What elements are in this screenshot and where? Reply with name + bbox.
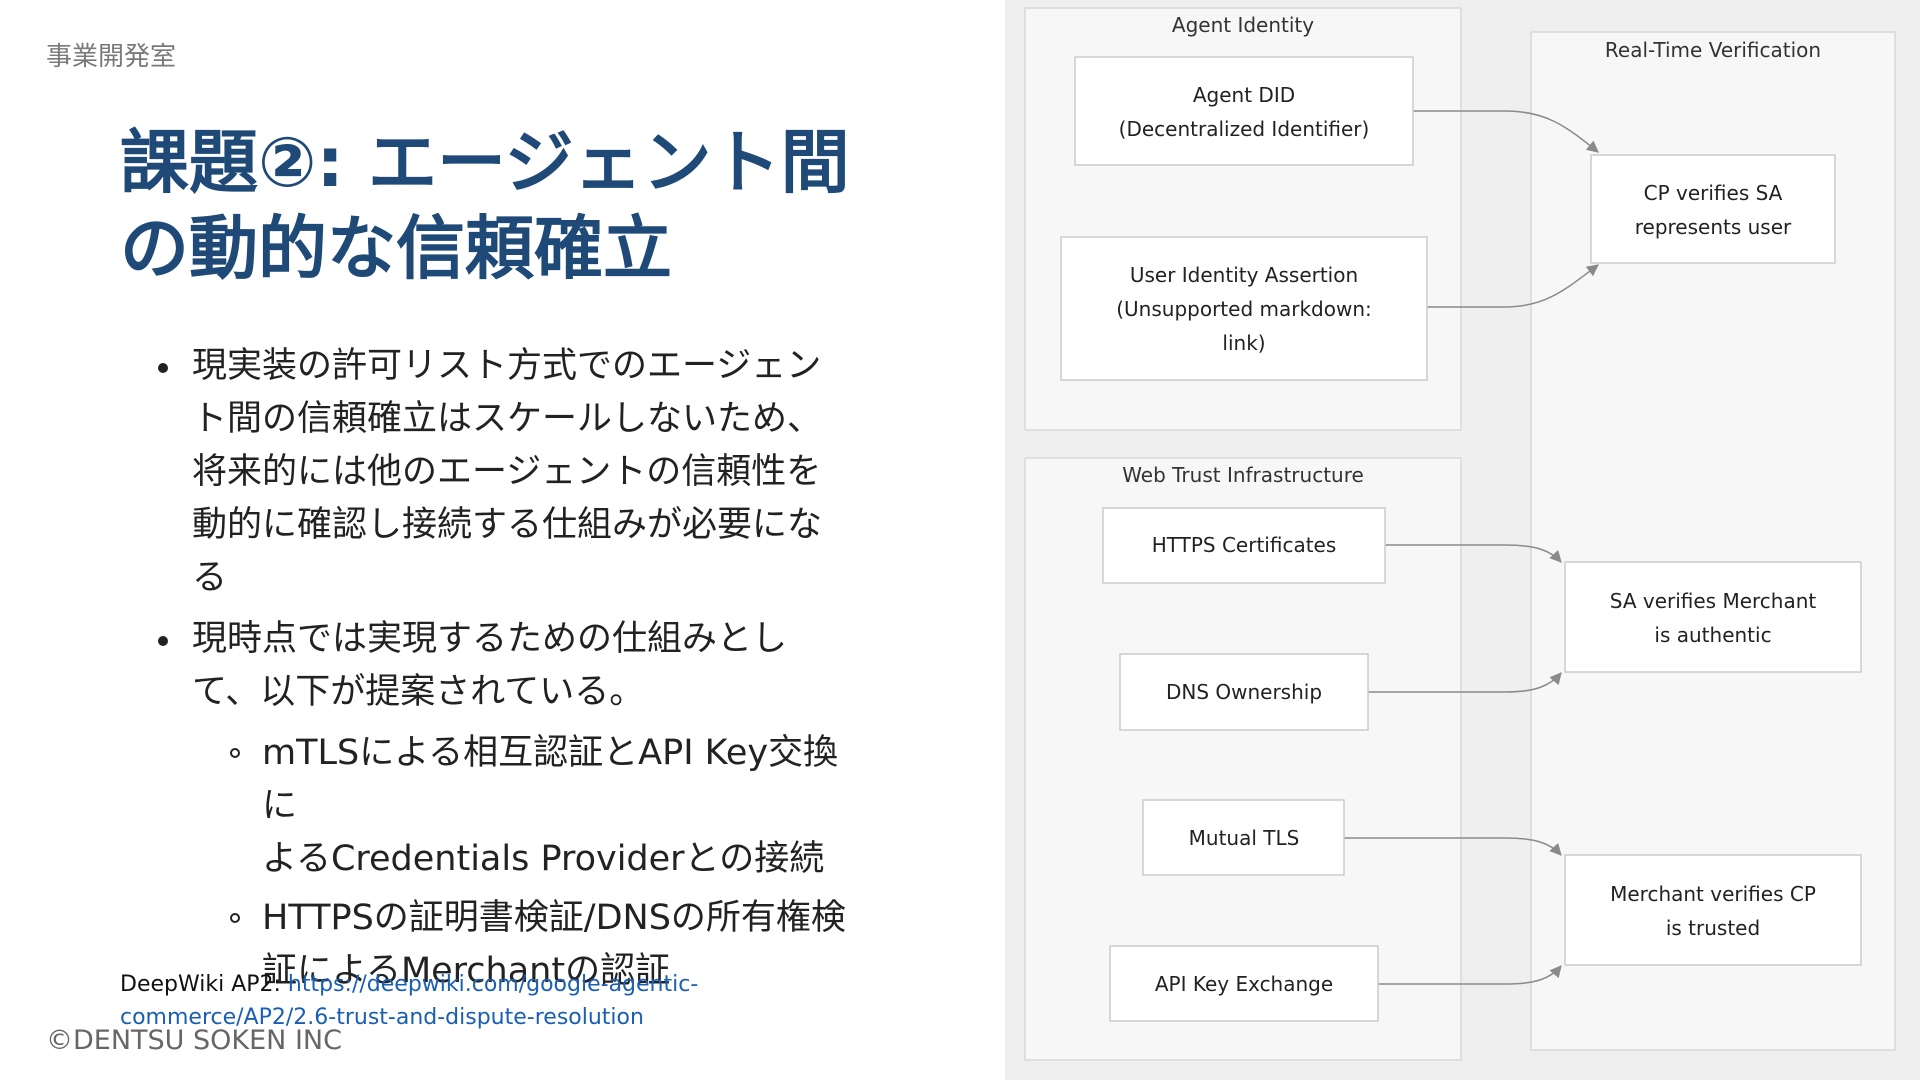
slide-title-line-2: の動的な信頼確立 xyxy=(120,209,672,289)
sub-bullet-text-line: よるCredentials Providerとの接続 xyxy=(262,839,825,879)
diagram-panel: Agent Identity Web Trust Infrastructure … xyxy=(1005,0,1920,1080)
reference-prefix: DeepWiki AP2: xyxy=(120,972,288,997)
bullet-item: 現実装の許可リスト方式でのエージェン ト間の信頼確立はスケールしないため、 将来… xyxy=(150,340,850,605)
bullet-text-line: ト間の信頼確立はスケールしないため、 xyxy=(192,399,823,439)
bullet-text-line: る xyxy=(192,558,228,598)
node-agent-did-box xyxy=(1074,56,1414,166)
node-api-key-exchange: API Key Exchange xyxy=(1109,945,1379,1022)
node-dns-ownership-label: DNS Ownership xyxy=(1166,680,1322,704)
node-mutual-tls-label: Mutual TLS xyxy=(1189,826,1300,850)
node-agent-did-line: (Decentralized Identifier) xyxy=(1119,117,1370,141)
bullet-dot-icon xyxy=(158,363,168,373)
sub-bullet-text-line: HTTPSの証明書検証/DNSの所有権検 xyxy=(262,898,846,938)
bullet-text-line: 現時点では実現するための仕組みとし xyxy=(192,619,788,659)
slide-title-line-1: 課題②: エージェント間 xyxy=(120,123,850,203)
slide-title: 課題②: エージェント間 の動的な信頼確立 xyxy=(120,120,880,292)
sub-bullet-ring-icon xyxy=(230,913,240,923)
node-user-assertion-line: User Identity Assertion xyxy=(1130,263,1358,287)
node-cp-verifies: CP verifies SA represents user xyxy=(1590,154,1836,264)
node-merchant-verifies-box xyxy=(1564,854,1862,966)
node-agent-did: Agent DID (Decentralized Identifier) xyxy=(1074,56,1414,166)
bullet-list: 現実装の許可リスト方式でのエージェン ト間の信頼確立はスケールしないため、 将来… xyxy=(150,340,850,1004)
node-sa-verifies-line: is authentic xyxy=(1654,623,1771,647)
cluster-web-trust-label: Web Trust Infrastructure xyxy=(1122,463,1364,487)
node-sa-verifies-box xyxy=(1564,561,1862,673)
node-user-assertion-line: (Unsupported markdown: xyxy=(1116,297,1372,321)
sub-bullet-ring-icon xyxy=(230,748,240,758)
bullet-text-line: 現実装の許可リスト方式でのエージェン xyxy=(192,346,822,386)
cluster-agent-identity-label: Agent Identity xyxy=(1172,13,1314,37)
node-sa-verifies-line: SA verifies Merchant xyxy=(1610,589,1817,613)
sub-bullet-item: mTLSによる相互認証とAPI Key交換に よるCredentials Pro… xyxy=(150,727,850,886)
node-user-assertion-line: link) xyxy=(1222,331,1265,355)
bullet-item: 現時点では実現するための仕組みとし て、以下が提案されている。 xyxy=(150,613,850,719)
cluster-verification-label: Real-Time Verification xyxy=(1605,38,1821,62)
copyright-text: ©DENTSU SOKEN INC xyxy=(46,1025,342,1056)
node-merchant-verifies-line: is trusted xyxy=(1666,916,1760,940)
node-user-assertion: User Identity Assertion (Unsupported mar… xyxy=(1060,236,1428,381)
node-cp-verifies-box xyxy=(1590,154,1836,264)
node-mutual-tls: Mutual TLS xyxy=(1142,799,1345,876)
node-https-certificates-label: HTTPS Certificates xyxy=(1152,533,1337,557)
trust-diagram: Agent Identity Web Trust Infrastructure … xyxy=(1024,7,1896,1061)
bullet-dot-icon xyxy=(158,636,168,646)
node-merchant-verifies: Merchant verifies CP is trusted xyxy=(1564,854,1862,966)
bullet-text-line: 将来的には他のエージェントの信頼性を xyxy=(192,452,822,492)
sub-bullet-text-line: mTLSによる相互認証とAPI Key交換に xyxy=(262,733,839,826)
node-agent-did-line: Agent DID xyxy=(1193,83,1295,107)
node-cp-verifies-line: represents user xyxy=(1635,215,1792,239)
node-cp-verifies-line: CP verifies SA xyxy=(1644,181,1783,205)
reference-link-line[interactable]: https://deepwiki.com/google-agentic- xyxy=(288,972,698,997)
department-label: 事業開発室 xyxy=(46,42,177,72)
node-api-key-exchange-label: API Key Exchange xyxy=(1155,972,1333,996)
bullet-text-line: て、以下が提案されている。 xyxy=(192,672,645,712)
slide-content: 事業開発室 課題②: エージェント間 の動的な信頼確立 現実装の許可リスト方式で… xyxy=(0,0,1005,1080)
node-https-certificates: HTTPS Certificates xyxy=(1102,507,1386,584)
node-merchant-verifies-line: Merchant verifies CP xyxy=(1610,882,1816,906)
bullet-text-line: 動的に確認し接続する仕組みが必要にな xyxy=(192,505,823,545)
node-dns-ownership: DNS Ownership xyxy=(1119,653,1369,731)
node-sa-verifies: SA verifies Merchant is authentic xyxy=(1564,561,1862,673)
